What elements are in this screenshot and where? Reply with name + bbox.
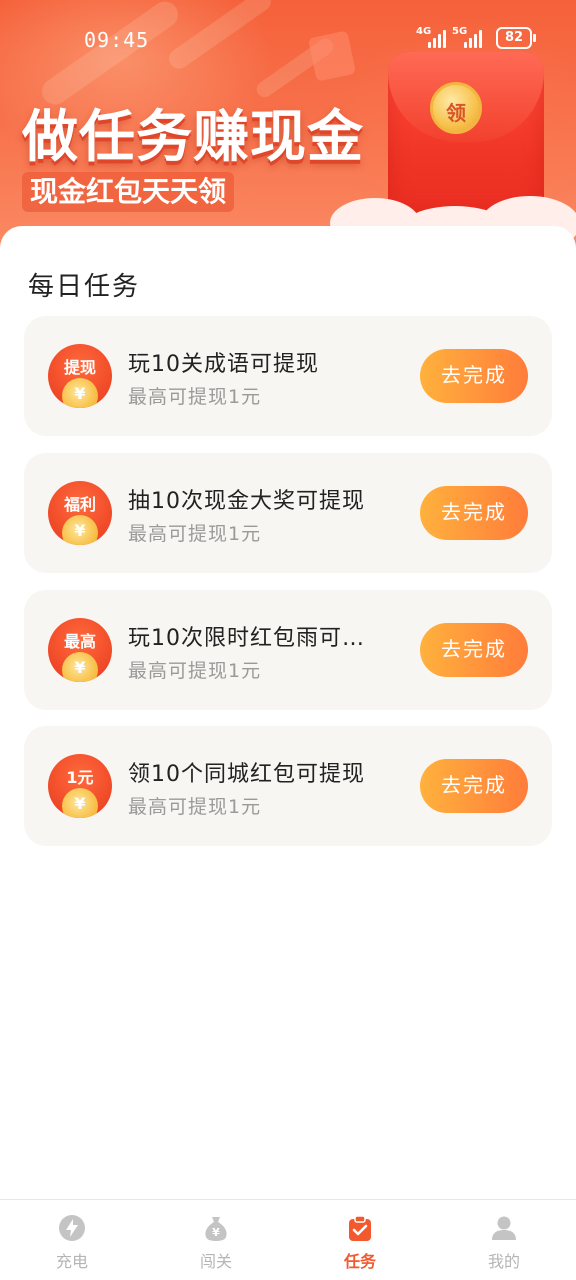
task-badge-text: 最高 <box>63 632 96 651</box>
user-icon <box>492 1216 516 1240</box>
envelope-coin-icon: 领 <box>430 82 482 134</box>
task-subtitle: 最高可提现1元 <box>128 796 262 818</box>
tab-label: 任务 <box>343 1252 376 1271</box>
coin-icon: ¥ <box>62 788 98 818</box>
task-badge-icon: 1元 ¥ <box>48 754 112 818</box>
lightning-icon <box>59 1215 85 1241</box>
task-subtitle: 最高可提现1元 <box>128 523 262 545</box>
task-card[interactable]: 提现 ¥ 玩10关成语可提现 最高可提现1元 去完成 <box>24 316 552 436</box>
tab-tasks[interactable]: 任务 <box>288 1200 432 1280</box>
coin-symbol: ¥ <box>74 521 86 540</box>
coin-icon: ¥ <box>62 515 98 545</box>
task-card[interactable]: 福利 ¥ 抽10次现金大奖可提现 最高可提现1元 去完成 <box>24 453 552 573</box>
envelope-coin-text: 领 <box>446 101 466 125</box>
signal-bars <box>428 28 450 48</box>
battery-icon: 82 <box>496 27 536 49</box>
coin-symbol: ¥ <box>74 384 86 403</box>
go-complete-button[interactable]: 去完成 <box>420 623 528 677</box>
task-badge-icon: 提现 ¥ <box>48 344 112 408</box>
go-complete-button[interactable]: 去完成 <box>420 486 528 540</box>
task-title: 抽10次现金大奖可提现 <box>128 489 365 514</box>
tab-mine[interactable]: 我的 <box>432 1200 576 1280</box>
go-complete-button[interactable]: 去完成 <box>420 759 528 813</box>
bottom-tab-bar: 充电 ¥ 闯关 任务 我的 <box>0 1199 576 1280</box>
task-subtitle: 最高可提现1元 <box>128 386 262 408</box>
go-complete-button[interactable]: 去完成 <box>420 349 528 403</box>
task-badge-icon: 最高 ¥ <box>48 618 112 682</box>
tab-charge[interactable]: 充电 <box>0 1200 144 1280</box>
banner: 领 做任务赚现金 现金红包天天领 09:45 4G 5G 82 <box>0 0 576 250</box>
tab-label: 充电 <box>55 1252 88 1271</box>
coin-symbol: ¥ <box>74 794 86 813</box>
task-badge-icon: 福利 ¥ <box>48 481 112 545</box>
tab-label: 闯关 <box>199 1252 232 1271</box>
task-badge-text: 福利 <box>63 495 96 514</box>
section-title: 每日任务 <box>28 272 141 302</box>
task-title: 玩10关成语可提现 <box>128 352 319 377</box>
task-badge-text: 1元 <box>66 768 94 787</box>
task-title: 玩10次限时红包雨可… <box>128 626 365 651</box>
task-title: 领10个同城红包可提现 <box>128 762 365 787</box>
task-card[interactable]: 最高 ¥ 玩10次限时红包雨可… 最高可提现1元 去完成 <box>24 590 552 710</box>
task-badge-text: 提现 <box>63 358 96 377</box>
task-panel: 每日任务 提现 ¥ 玩10关成语可提现 最高可提现1元 去完成 福利 ¥ 抽10… <box>0 226 576 1200</box>
status-bar: 09:45 4G 5G 82 <box>0 0 576 80</box>
coin-symbol: ¥ <box>74 658 86 677</box>
task-subtitle: 最高可提现1元 <box>128 660 262 682</box>
coin-icon: ¥ <box>62 652 98 682</box>
status-time: 09:45 <box>84 28 150 52</box>
tab-label: 我的 <box>487 1252 520 1271</box>
battery-level: 82 <box>504 30 524 45</box>
coin-icon: ¥ <box>62 378 98 408</box>
banner-subtitle: 现金红包天天领 <box>22 172 235 212</box>
money-bag-icon: ¥ <box>205 1217 227 1241</box>
svg-text:¥: ¥ <box>212 1226 220 1239</box>
tab-levels[interactable]: ¥ 闯关 <box>144 1200 288 1280</box>
task-card[interactable]: 1元 ¥ 领10个同城红包可提现 最高可提现1元 去完成 <box>24 726 552 846</box>
signal-bars <box>464 28 486 48</box>
clipboard-check-icon <box>349 1215 371 1241</box>
banner-title: 做任务赚现金 <box>22 105 364 170</box>
